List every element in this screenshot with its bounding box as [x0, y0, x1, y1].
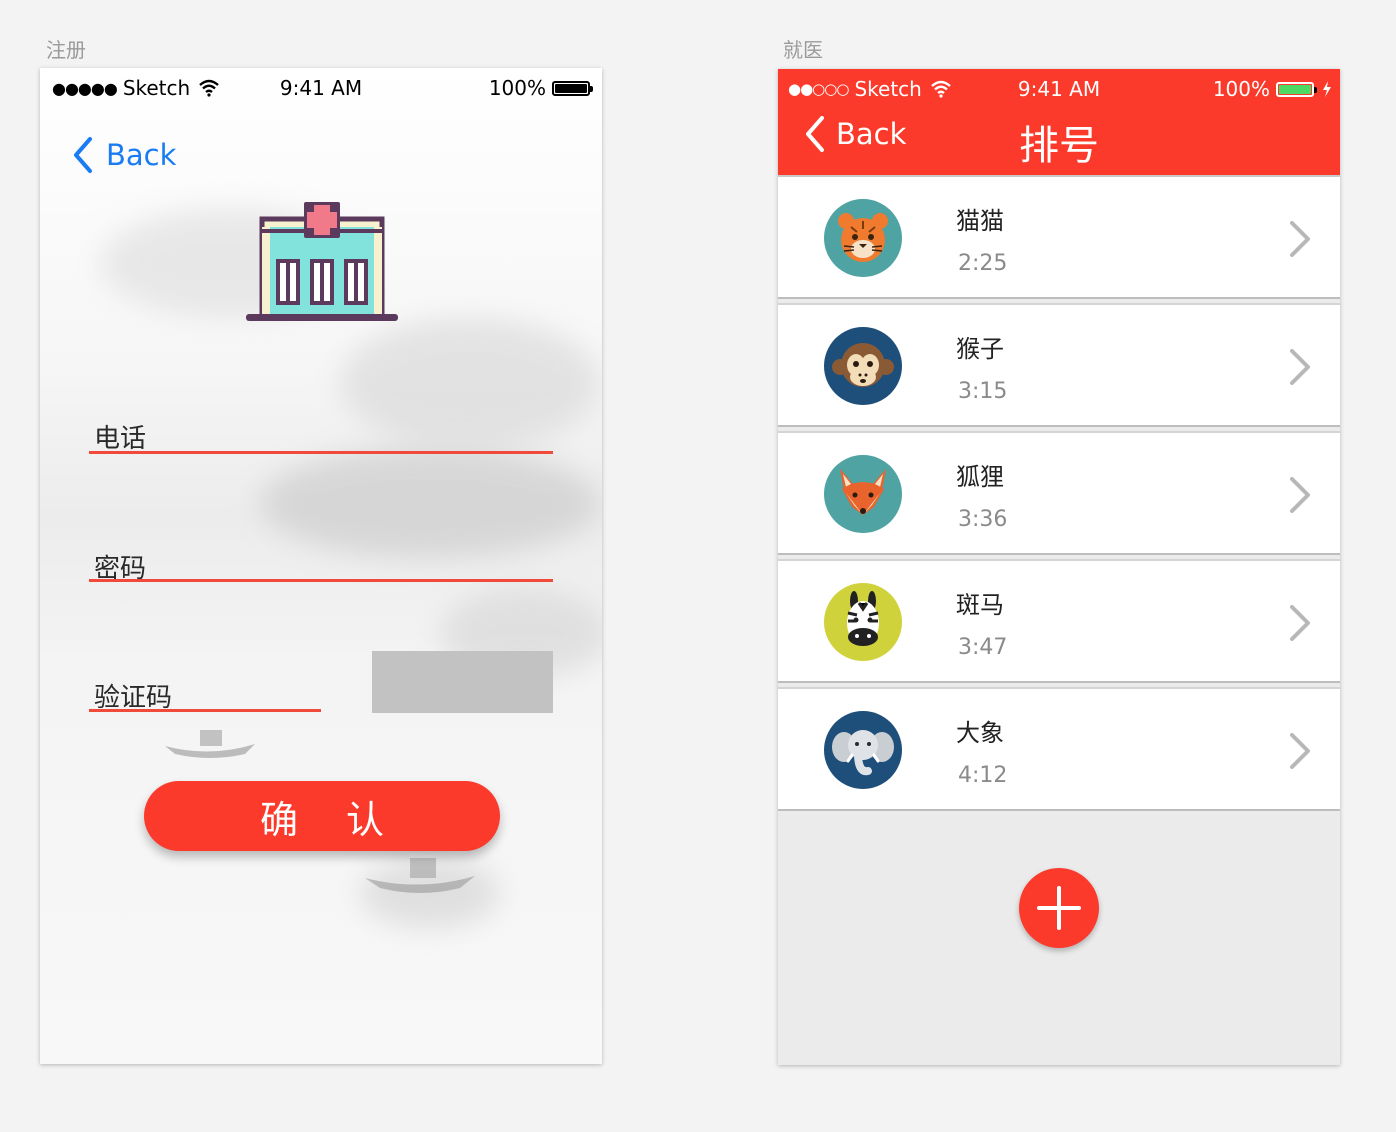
item-time: 2:25: [958, 251, 1008, 276]
list-item[interactable]: 大象 4:12: [778, 687, 1340, 811]
boat-decoration-icon: [365, 858, 475, 893]
list-item[interactable]: 斑马 3:47: [778, 559, 1340, 683]
phone-input[interactable]: [89, 451, 553, 454]
boat-decoration-icon: [165, 730, 255, 758]
item-name: 斑马: [956, 591, 1004, 619]
fox-avatar-icon: [824, 455, 902, 533]
zebra-avatar-icon: [824, 583, 902, 661]
list-item[interactable]: 猴子 3:15: [778, 303, 1340, 427]
item-time: 3:15: [958, 379, 1008, 404]
status-bar: ●●●●● Sketch 9:41 AM 100%: [40, 68, 602, 108]
item-name: 大象: [956, 719, 1004, 747]
chevron-right-icon: [1290, 733, 1310, 769]
list-item[interactable]: 猫猫 2:25: [778, 175, 1340, 299]
password-input[interactable]: [89, 579, 553, 582]
artboard-label-queue: 就医: [783, 38, 823, 62]
back-button[interactable]: Back: [72, 136, 176, 174]
confirm-button[interactable]: 确 认: [144, 781, 500, 851]
item-time: 3:36: [958, 507, 1008, 532]
battery-icon: [552, 80, 593, 96]
battery-icon: [1276, 81, 1317, 97]
status-bar: ●●○○○ Sketch 9:41 AM 100%: [778, 69, 1340, 109]
mist-decoration: [260, 448, 600, 558]
monkey-avatar-icon: [824, 327, 902, 405]
back-label: Back: [106, 138, 177, 172]
register-screen: ●●●●● Sketch 9:41 AM 100% Back 电话 密码 验证码…: [40, 68, 602, 1064]
tiger-avatar-icon: [824, 199, 902, 277]
queue-list: 猫猫 2:25 猴子 3:15 狐狸 3:36 斑马 3:47 大象 4:12: [778, 175, 1340, 815]
charging-bolt-icon: [1323, 81, 1331, 97]
chevron-right-icon: [1290, 221, 1310, 257]
queue-screen: ●●○○○ Sketch 9:41 AM 100% Back 排号 猫猫 2:2…: [778, 69, 1340, 1065]
page-title: 排号: [1019, 123, 1099, 169]
chevron-right-icon: [1290, 349, 1310, 385]
chevron-left-icon: [74, 137, 92, 173]
header-bar: ●●○○○ Sketch 9:41 AM 100% Back 排号: [778, 69, 1340, 175]
battery-percent: 100%: [488, 76, 546, 100]
verification-code-input[interactable]: [89, 709, 321, 712]
captcha-image-button[interactable]: [372, 651, 553, 713]
battery-percent: 100%: [1212, 77, 1270, 101]
item-time: 4:12: [958, 763, 1008, 788]
chevron-right-icon: [1290, 605, 1310, 641]
hospital-logo-icon: [246, 202, 398, 321]
plus-icon: [1037, 886, 1081, 930]
chevron-right-icon: [1290, 477, 1310, 513]
phone-label: 电话: [94, 424, 147, 454]
artboard-label-register: 注册: [46, 38, 86, 62]
list-item[interactable]: 狐狸 3:36: [778, 431, 1340, 555]
item-name: 猴子: [956, 335, 1004, 363]
mist-decoration: [340, 318, 600, 448]
item-name: 狐狸: [956, 463, 1004, 491]
elephant-avatar-icon: [824, 711, 902, 789]
item-name: 猫猫: [956, 207, 1004, 235]
item-time: 3:47: [958, 635, 1008, 660]
add-button[interactable]: [1019, 868, 1099, 948]
